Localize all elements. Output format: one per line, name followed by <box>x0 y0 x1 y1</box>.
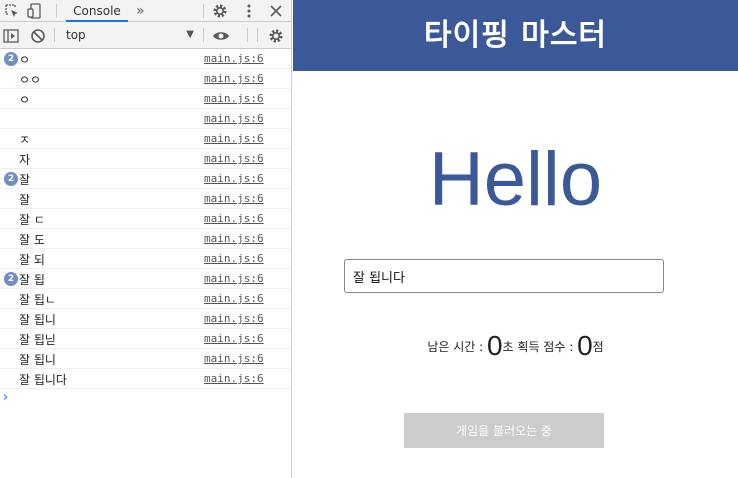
console-log-row: 2 잘 main.js:6 <box>0 169 291 189</box>
toolbar-divider <box>203 4 204 18</box>
app-title: 타이핑 마스터 <box>293 0 738 71</box>
score-label: 획득 점수 : <box>513 340 578 354</box>
source-link[interactable]: main.js:6 <box>204 332 264 345</box>
console-log-row: 잘 됩니 main.js:6 <box>0 349 291 369</box>
gear-icon[interactable] <box>267 27 285 45</box>
toolbar-divider <box>203 28 204 42</box>
game-stats: 남은 시간 : 0초 획득 점수 : 0점 <box>293 330 738 362</box>
console-message: ㅈ <box>19 133 31 147</box>
source-link[interactable]: main.js:6 <box>204 52 264 65</box>
console-message: 잘 됩니다 <box>19 373 67 387</box>
source-link[interactable]: main.js:6 <box>204 312 264 325</box>
console-message: 잘 됩니 <box>19 353 56 367</box>
toolbar-divider <box>56 4 57 18</box>
target-word: Hello <box>428 137 603 222</box>
source-link[interactable]: main.js:6 <box>204 192 264 205</box>
console-message: 잘 도 <box>19 233 45 247</box>
source-link[interactable]: main.js:6 <box>204 212 264 225</box>
console-log-row: ㅈ main.js:6 <box>0 129 291 149</box>
game-loading-button[interactable]: 게임을 불러오는 중 <box>404 413 604 448</box>
console-message: 잘 됩 <box>19 273 45 287</box>
device-toolbar-icon[interactable] <box>27 2 45 20</box>
console-message: 잘 <box>19 193 31 207</box>
console-prompt[interactable]: › <box>0 389 291 409</box>
console-log-row: 잘 ㄷ main.js:6 <box>0 209 291 229</box>
source-link[interactable]: main.js:6 <box>204 292 264 305</box>
console-toolbar: top ▼ <box>0 22 291 49</box>
inspect-element-icon[interactable] <box>3 2 21 20</box>
console-message: 잘 ㄷ <box>19 213 45 227</box>
console-message: ㅇㅇ <box>19 73 42 87</box>
source-link[interactable]: main.js:6 <box>204 272 264 285</box>
console-message: ㅇ <box>19 53 31 67</box>
source-link[interactable]: main.js:6 <box>204 232 264 245</box>
console-message: 잘 됩ㄴ <box>19 293 56 307</box>
source-link[interactable]: main.js:6 <box>204 352 264 365</box>
source-link[interactable]: main.js:6 <box>204 152 264 165</box>
chevron-down-icon: ▼ <box>186 29 194 40</box>
console-log-row: 잘 됩닏 main.js:6 <box>0 329 291 349</box>
prompt-chevron-icon: › <box>3 390 9 405</box>
source-link[interactable]: main.js:6 <box>204 252 264 265</box>
live-expression-icon[interactable] <box>212 27 230 45</box>
console-message: 잘 됩니 <box>19 313 56 327</box>
context-selector-value: top <box>66 28 86 42</box>
console-log-row: 자 main.js:6 <box>0 149 291 169</box>
console-message: 자 <box>19 153 31 167</box>
clear-console-icon[interactable] <box>29 27 47 45</box>
score-value: 0 <box>577 330 593 361</box>
console-message: 잘 되 <box>19 253 45 267</box>
console-log-row: 잘 됩니다 main.js:6 <box>0 369 291 389</box>
typing-game-app: 타이핑 마스터 Hello 남은 시간 : 0초 획득 점수 : 0점 게임을 … <box>293 0 738 478</box>
toolbar-divider <box>247 28 248 42</box>
source-link[interactable]: main.js:6 <box>204 72 264 85</box>
time-label: 남은 시간 : <box>427 340 487 354</box>
devtools-tabbar: Console » <box>0 0 291 22</box>
console-message: ㅇ <box>19 93 31 107</box>
toolbar-divider <box>257 28 258 42</box>
more-tabs-chevron-icon[interactable]: » <box>136 0 145 22</box>
time-unit: 초 <box>502 340 514 354</box>
toolbar-divider <box>54 28 55 42</box>
repeat-count-badge: 2 <box>4 52 18 66</box>
console-log-row: 2 ㅇ main.js:6 <box>0 49 291 69</box>
console-log-row: 잘 main.js:6 <box>0 189 291 209</box>
source-link[interactable]: main.js:6 <box>204 112 264 125</box>
source-link[interactable]: main.js:6 <box>204 92 264 105</box>
time-value: 0 <box>486 330 503 361</box>
console-log-row: ㅇㅇ main.js:6 <box>0 69 291 89</box>
repeat-count-badge: 2 <box>4 272 18 286</box>
devtools-panel: Console » top ▼ 2 ㅇ main.js:6 ㅇㅇ main.js… <box>0 0 292 478</box>
gear-icon[interactable] <box>211 2 229 20</box>
console-log-row: 잘 도 main.js:6 <box>0 229 291 249</box>
console-log-row: 잘 되 main.js:6 <box>0 249 291 269</box>
console-message: 잘 <box>19 173 31 187</box>
score-unit: 점 <box>592 340 604 354</box>
console-log-row: 잘 됩ㄴ main.js:6 <box>0 289 291 309</box>
console-log: 2 ㅇ main.js:6 ㅇㅇ main.js:6 ㅇ main.js:6 main.js:… <box>0 49 291 389</box>
source-link[interactable]: main.js:6 <box>204 132 264 145</box>
kebab-menu-icon[interactable] <box>240 2 258 20</box>
source-link[interactable]: main.js:6 <box>204 172 264 185</box>
repeat-count-badge: 2 <box>4 172 18 186</box>
console-message: 잘 됩닏 <box>19 333 56 347</box>
console-log-row: main.js:6 <box>0 109 291 129</box>
console-log-row: ㅇ main.js:6 <box>0 89 291 109</box>
typing-input[interactable] <box>344 259 664 293</box>
context-selector[interactable]: top ▼ <box>58 25 198 45</box>
close-icon[interactable] <box>267 2 285 20</box>
tab-console[interactable]: Console <box>66 0 128 22</box>
source-link[interactable]: main.js:6 <box>204 372 264 385</box>
sidebar-toggle-icon[interactable] <box>2 27 20 45</box>
console-log-row: 잘 됩니 main.js:6 <box>0 309 291 329</box>
console-log-row: 2잘 됩 main.js:6 <box>0 269 291 289</box>
